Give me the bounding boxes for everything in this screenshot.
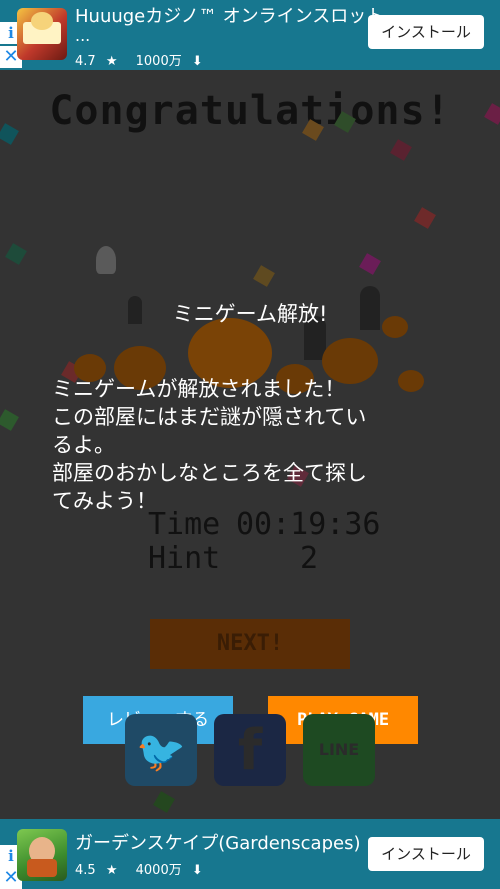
message-line: 部屋のおかしなところを全て探し bbox=[52, 461, 367, 485]
message-line: ミニゲームが解放されました！ bbox=[52, 377, 346, 401]
confetti-piece bbox=[5, 243, 27, 265]
facebook-icon: f bbox=[237, 718, 263, 783]
time-value: 00:19:36 bbox=[236, 507, 381, 542]
hint-value: 2 bbox=[300, 541, 319, 576]
confetti-piece bbox=[390, 139, 412, 161]
bottom-ad-banner[interactable]: i ✕ ガーデンスケイプ(Gardenscapes) 4.5 ★ 4000万 ⬇… bbox=[0, 819, 500, 889]
ghost-figure bbox=[96, 246, 116, 274]
minigame-unlock-title: ミニゲーム解放! bbox=[172, 302, 328, 326]
message-line: るよ。 bbox=[52, 433, 115, 457]
twitter-share-button[interactable]: 🐦 bbox=[125, 714, 197, 786]
message-line: この部屋にはまだ謎が隠されてい bbox=[52, 405, 367, 429]
game-screen: Congratulations! ミニゲーム解放! ミニゲームが解放されました！… bbox=[0, 70, 500, 819]
download-count: 4000万 bbox=[135, 863, 182, 878]
star-icon: ★ bbox=[105, 863, 118, 878]
line-share-button[interactable]: LINE bbox=[303, 714, 375, 786]
rating-value: 4.7 bbox=[75, 54, 96, 69]
confetti-piece bbox=[0, 409, 19, 431]
install-button[interactable]: インストール bbox=[368, 837, 484, 871]
hint-label: Hint bbox=[148, 541, 221, 576]
rating-value: 4.5 bbox=[75, 863, 96, 878]
line-icon: LINE bbox=[318, 740, 360, 759]
casino-app-icon bbox=[17, 8, 67, 60]
result-stats: Time 00:19:36 Hint 2 bbox=[148, 508, 381, 576]
ad-rating-row: 4.7 ★ 1000万 ⬇ bbox=[75, 50, 203, 69]
confetti-piece bbox=[153, 791, 175, 813]
star-icon: ★ bbox=[105, 54, 118, 69]
gardenscapes-app-icon bbox=[17, 829, 67, 881]
confetti-piece bbox=[414, 207, 436, 229]
top-ad-banner[interactable]: i ✕ Huuugeカジノ™ オンラインスロット ... 4.7 ★ 1000万… bbox=[0, 0, 500, 70]
congratulations-heading: Congratulations! bbox=[49, 88, 451, 134]
download-icon: ⬇ bbox=[191, 863, 203, 878]
twitter-icon: 🐦 bbox=[136, 729, 186, 775]
download-count: 1000万 bbox=[135, 54, 182, 69]
install-button[interactable]: インストール bbox=[368, 15, 484, 49]
ad-app-title: ガーデンスケイプ(Gardenscapes) bbox=[75, 833, 361, 854]
time-label: Time bbox=[148, 507, 221, 542]
ad-app-title: Huuugeカジノ™ オンラインスロット bbox=[75, 6, 385, 27]
ad-app-subtitle: ... bbox=[75, 26, 91, 45]
next-button[interactable]: NEXT! bbox=[150, 619, 350, 669]
minigame-unlock-message: ミニゲームが解放されました！ この部屋にはまだ謎が隠されてい るよ。 部屋のおか… bbox=[52, 375, 452, 515]
ad-rating-row: 4.5 ★ 4000万 ⬇ bbox=[75, 859, 203, 878]
download-icon: ⬇ bbox=[191, 54, 203, 69]
facebook-share-button[interactable]: f bbox=[214, 714, 286, 786]
